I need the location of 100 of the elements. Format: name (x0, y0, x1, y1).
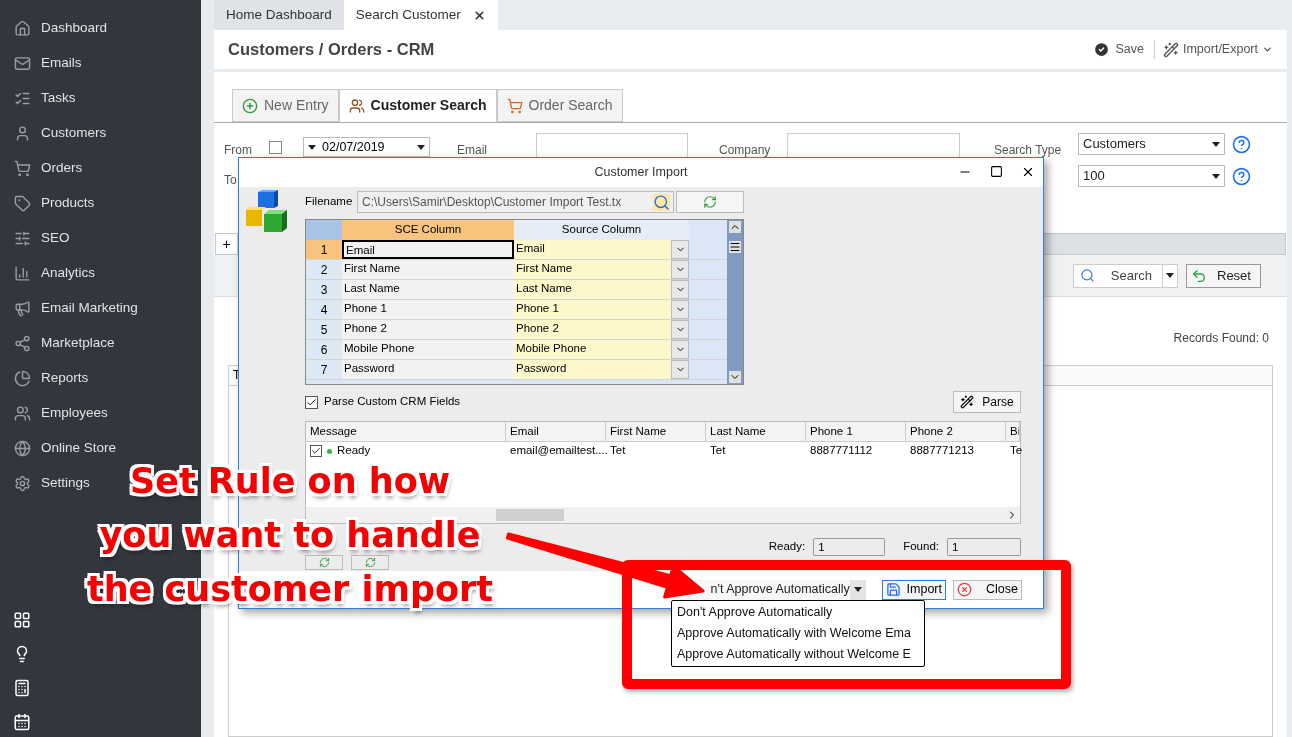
undo-icon (1191, 267, 1207, 284)
table-cell[interactable]: Mobile Phone (342, 340, 514, 359)
caret-icon (1166, 273, 1174, 278)
grid-icon[interactable] (13, 611, 31, 629)
table-cell-text: Ready (337, 443, 371, 459)
grip-icon[interactable] (729, 241, 741, 253)
dropdown-button[interactable] (671, 280, 689, 299)
column-header: Phone 1 (806, 422, 906, 441)
sidebar-item[interactable]: Orders (41, 158, 83, 179)
refresh-button[interactable] (351, 555, 389, 570)
sidebar-item[interactable]: Employees (41, 403, 108, 424)
refresh-button[interactable] (305, 555, 343, 570)
caret-icon (1212, 173, 1220, 179)
cart-icon (14, 160, 31, 177)
field-label: Search Type (994, 142, 1063, 159)
scrollbar-thumb[interactable] (496, 509, 564, 521)
search-button[interactable]: Search (1072, 263, 1178, 288)
found-count-field: 1 (947, 538, 1021, 556)
maximize-icon[interactable] (990, 165, 1003, 178)
sidebar-item[interactable]: Email Marketing (41, 298, 138, 319)
dialog-title: Customer Import (594, 164, 688, 182)
table-cell[interactable]: Password (342, 360, 514, 379)
page-title: Customers / Orders - CRM (228, 39, 435, 61)
approval-dropdown[interactable]: n't Approve Automatically (676, 579, 866, 600)
sidebar-item[interactable]: Marketplace (41, 333, 115, 354)
dropdown-button[interactable] (671, 360, 689, 379)
checkbox-label: Parse Custom CRM Fields (324, 394, 461, 410)
document-tab[interactable]: Home Dashboard (214, 0, 344, 30)
search-icon[interactable] (653, 194, 670, 211)
table-cell[interactable]: First Name (514, 260, 671, 279)
sidebar-item[interactable]: Analytics (41, 263, 96, 284)
dropdown[interactable]: Customers (1078, 133, 1225, 155)
table-cell[interactable]: Email (342, 240, 514, 259)
close-icon[interactable] (472, 8, 486, 22)
save-button[interactable]: Save (1093, 40, 1155, 59)
dropdown-option[interactable]: Don't Approve Automatically (672, 602, 924, 623)
table-cell-text: 8887771213 (910, 443, 974, 459)
calendar-icon[interactable] (13, 713, 31, 731)
close-icon (957, 582, 972, 597)
calculator-icon[interactable] (13, 679, 31, 697)
refresh-icon (364, 557, 376, 568)
dropdown[interactable]: 100 (1078, 165, 1225, 187)
sidebar-item[interactable]: Tasks (41, 88, 76, 109)
mode-tab[interactable]: Order Search (496, 89, 623, 122)
table-cell[interactable]: Phone 1 (514, 300, 671, 319)
import-export-button[interactable]: Import/Export (1154, 40, 1273, 59)
date-field[interactable]: 02/07/2019 (303, 137, 430, 157)
table-cell[interactable]: Email (514, 240, 671, 259)
table-cell[interactable]: Password (514, 360, 671, 379)
field-label: Email (457, 142, 488, 159)
close-button[interactable]: Close (953, 579, 1022, 600)
table-cell[interactable]: Phone 2 (342, 320, 514, 339)
table-cell[interactable]: Mobile Phone (514, 340, 671, 359)
sidebar-item[interactable]: Products (41, 193, 95, 214)
sidebar-item[interactable]: Settings (41, 473, 90, 494)
dropdown-option[interactable]: Approve Automatically without Welcome E (672, 644, 924, 665)
caret-icon (1262, 44, 1273, 55)
sidebar-item[interactable]: Customers (41, 123, 107, 144)
add-button[interactable]: + (216, 234, 238, 254)
help-icon[interactable] (1232, 134, 1251, 154)
scroll-down-icon[interactable] (729, 371, 741, 383)
dropdown-button[interactable] (671, 320, 689, 339)
scrollbar[interactable] (727, 220, 743, 384)
filename-field[interactable]: C:\Users\Samir\Desktop\Customer Import Test.tx (357, 191, 674, 213)
table-cell[interactable]: Phone 2 (514, 320, 671, 339)
caret-icon (1212, 141, 1220, 147)
sidebar-item[interactable]: SEO (41, 228, 70, 249)
check-icon (1093, 41, 1111, 58)
sidebar-item[interactable]: Dashboard (41, 18, 108, 39)
sidebar-item[interactable]: Reports (41, 368, 89, 389)
table-cell[interactable]: Last Name (342, 280, 514, 299)
parse-button[interactable]: Parse (953, 391, 1021, 413)
dropdown-button[interactable] (671, 240, 689, 259)
mode-tab[interactable]: New Entry (232, 89, 339, 122)
column-header: First Name (606, 422, 706, 441)
checkbox[interactable] (305, 395, 318, 409)
cart-icon (506, 97, 523, 114)
document-tab[interactable]: Search Customer (343, 0, 498, 30)
scroll-up-icon[interactable] (729, 221, 741, 233)
dropdown-option[interactable]: Approve Automatically with Welcome Ema (672, 623, 924, 644)
column-header: Last Name (706, 422, 806, 441)
mode-tab[interactable]: Customer Search (338, 89, 497, 122)
checkbox[interactable] (269, 141, 282, 154)
reset-button[interactable]: Reset (1186, 263, 1261, 288)
refresh-button[interactable] (676, 191, 744, 213)
checkbox[interactable] (310, 445, 322, 457)
import-button[interactable]: Import (881, 579, 946, 600)
dropdown-button[interactable] (671, 340, 689, 359)
search-icon (1079, 268, 1095, 283)
table-cell[interactable]: First Name (342, 260, 514, 279)
sidebar-item[interactable]: Emails (41, 53, 82, 74)
table-cell[interactable]: Last Name (514, 280, 671, 299)
help-icon[interactable] (1232, 166, 1251, 186)
dropdown-button[interactable] (671, 300, 689, 319)
caret-icon (308, 144, 316, 150)
table-cell[interactable]: Phone 1 (342, 300, 514, 319)
dropdown-button[interactable] (671, 260, 689, 279)
megaphone-icon (14, 300, 31, 317)
sidebar-item[interactable]: Online Store (41, 438, 117, 459)
close-icon[interactable] (1021, 165, 1035, 179)
